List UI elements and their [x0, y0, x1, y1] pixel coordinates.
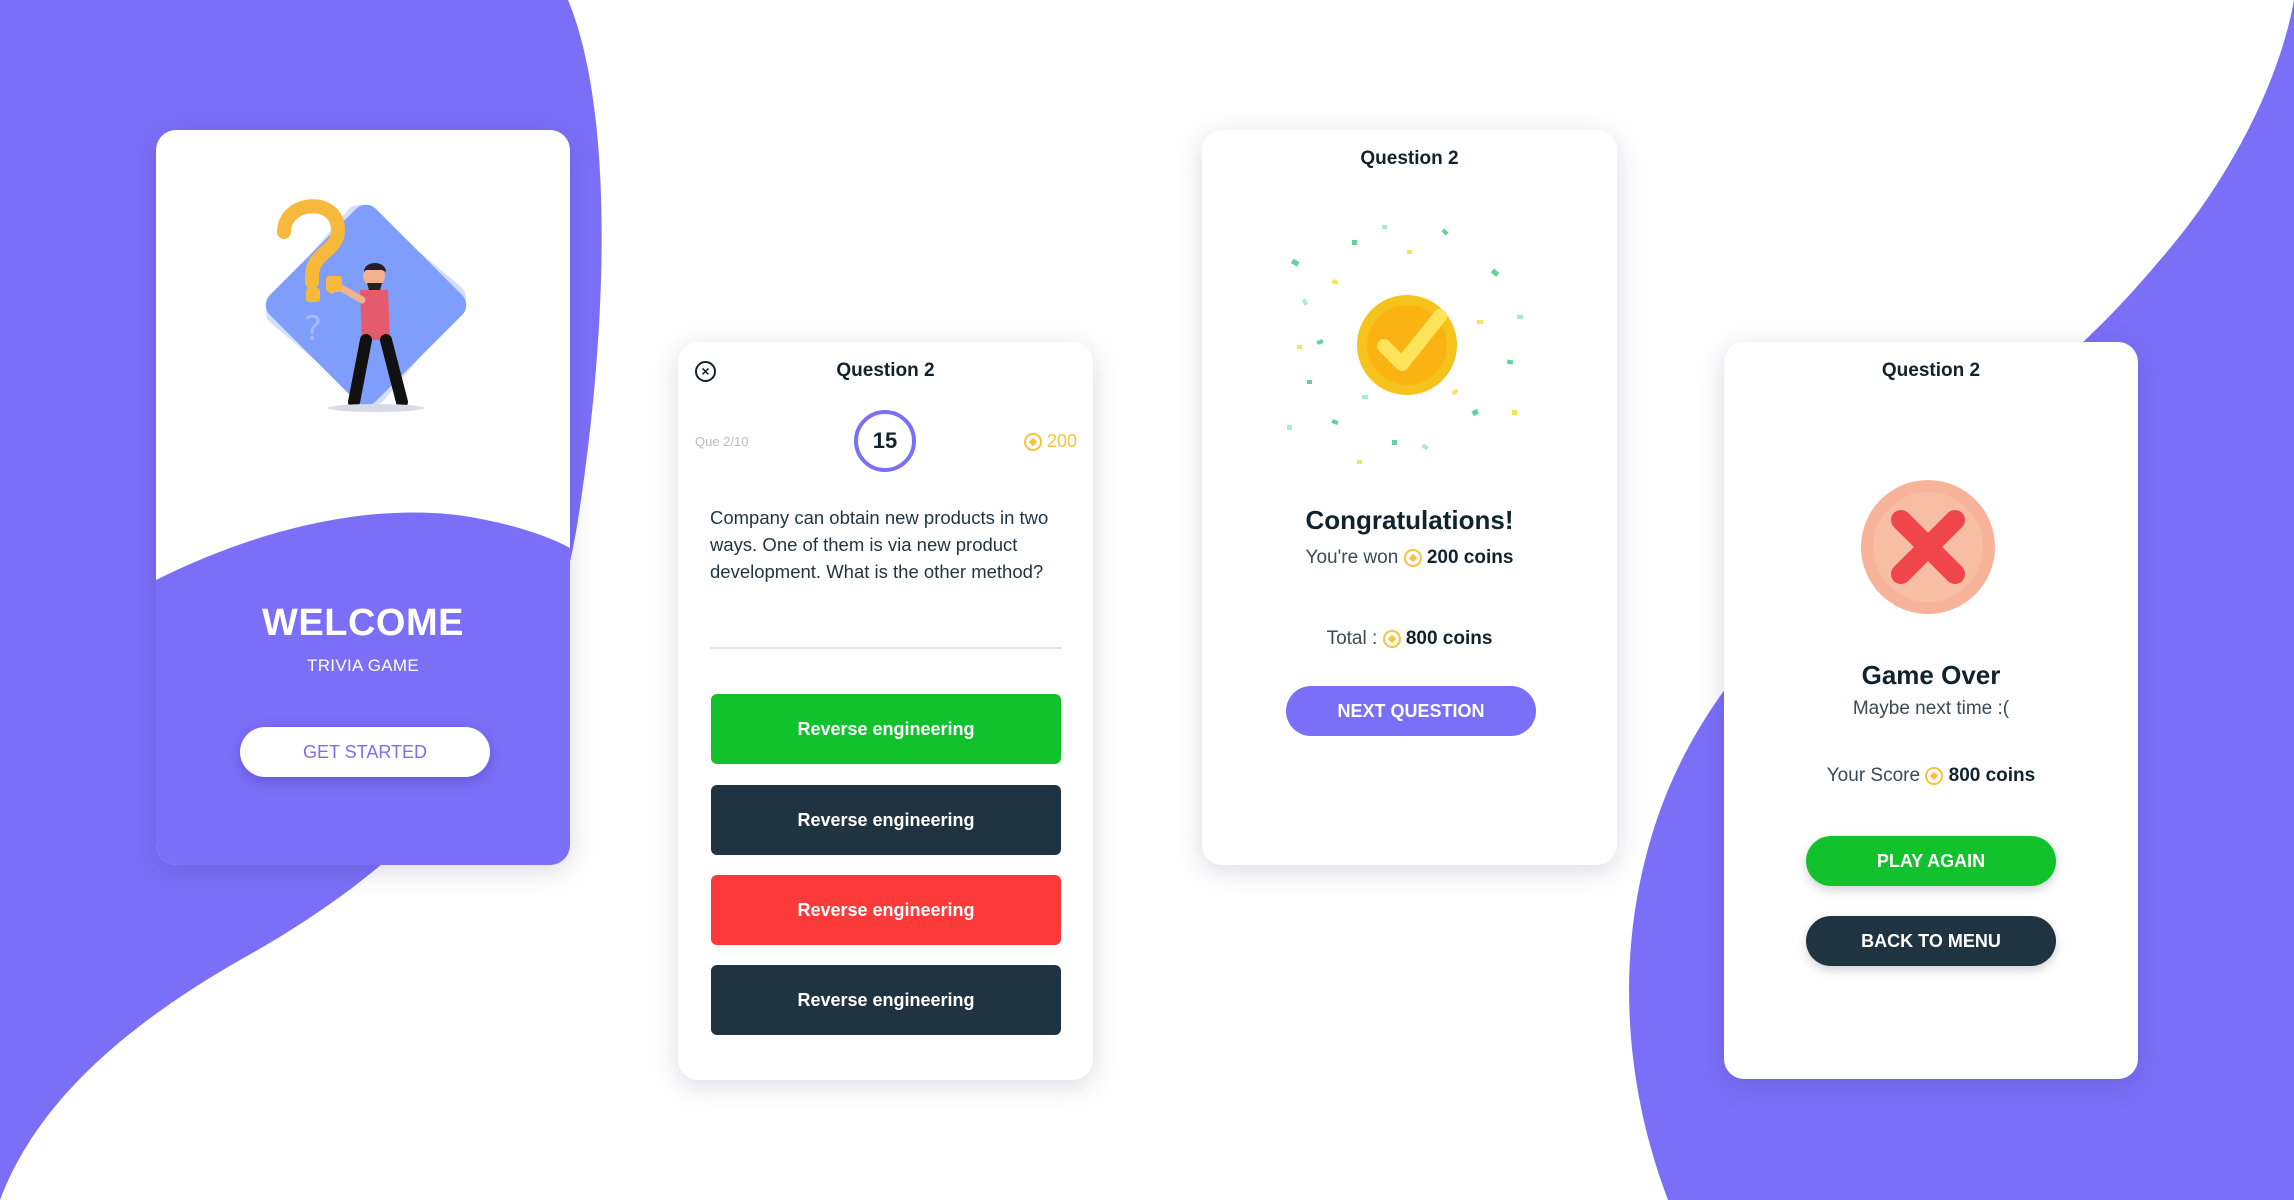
game-over-card-title: Question 2	[1881, 360, 1981, 381]
game-over-subtitle: Maybe next time :(	[1852, 698, 2010, 719]
total-amount: 800 coins	[1405, 628, 1493, 649]
score-line: Your Score 800 coins	[1724, 765, 2138, 787]
game-over-card: Question 2 Game Over Maybe next time :( …	[1724, 342, 2138, 1079]
countdown-timer: 15	[854, 410, 916, 472]
game-over-heading: Game Over	[1861, 660, 2001, 690]
total-prefix: Total :	[1326, 628, 1378, 649]
back-to-menu-button[interactable]: BACK TO MENU	[1806, 916, 2056, 966]
answer-option[interactable]: Reverse engineering	[711, 785, 1061, 855]
question-text: Company can obtain new products in two w…	[710, 507, 1049, 582]
red-x-icon	[1861, 480, 1995, 614]
coin-icon	[1925, 766, 1944, 785]
score-prefix: Your Score	[1826, 765, 1921, 786]
welcome-subtitle: TRIVIA GAME	[307, 656, 419, 675]
question-progress: Que 2/10	[695, 434, 749, 449]
question-card: × Question 2 Que 2/10 15 200 Company can…	[678, 342, 1093, 1080]
won-amount: 200 coins	[1426, 547, 1514, 568]
coin-icon	[1403, 548, 1422, 567]
coin-icon	[1023, 432, 1042, 451]
won-line: You're won 200 coins	[1202, 547, 1617, 569]
answer-option-wrong[interactable]: Reverse engineering	[711, 875, 1061, 945]
trivia-illustration: ?	[265, 199, 467, 412]
next-question-button[interactable]: NEXT QUESTION	[1286, 686, 1536, 736]
checkmark-medal-icon	[1287, 225, 1523, 464]
total-line: Total : 800 coins	[1202, 628, 1617, 650]
play-again-button[interactable]: PLAY AGAIN	[1806, 836, 2056, 886]
answer-option-correct[interactable]: Reverse engineering	[711, 694, 1061, 764]
won-prefix: You're won	[1305, 547, 1399, 568]
coin-icon	[1382, 629, 1401, 648]
get-started-button[interactable]: GET STARTED	[240, 727, 490, 777]
welcome-card: ? WELCOME TRIVIA GAME GET STARTED	[156, 130, 570, 865]
divider	[710, 647, 1062, 649]
congrats-card: Question 2 Congratulations! You're won 2…	[1202, 130, 1617, 865]
congrats-heading: Congratulations!	[1305, 505, 1514, 535]
welcome-title: WELCOME	[262, 602, 464, 644]
coin-balance: 200	[1023, 431, 1077, 452]
coin-balance-value: 200	[1046, 431, 1077, 451]
question-card-title: Question 2	[836, 360, 935, 381]
congrats-card-title: Question 2	[1360, 148, 1459, 169]
score-amount: 800 coins	[1948, 765, 2036, 786]
answer-option[interactable]: Reverse engineering	[711, 965, 1061, 1035]
svg-text:?: ?	[304, 309, 322, 349]
